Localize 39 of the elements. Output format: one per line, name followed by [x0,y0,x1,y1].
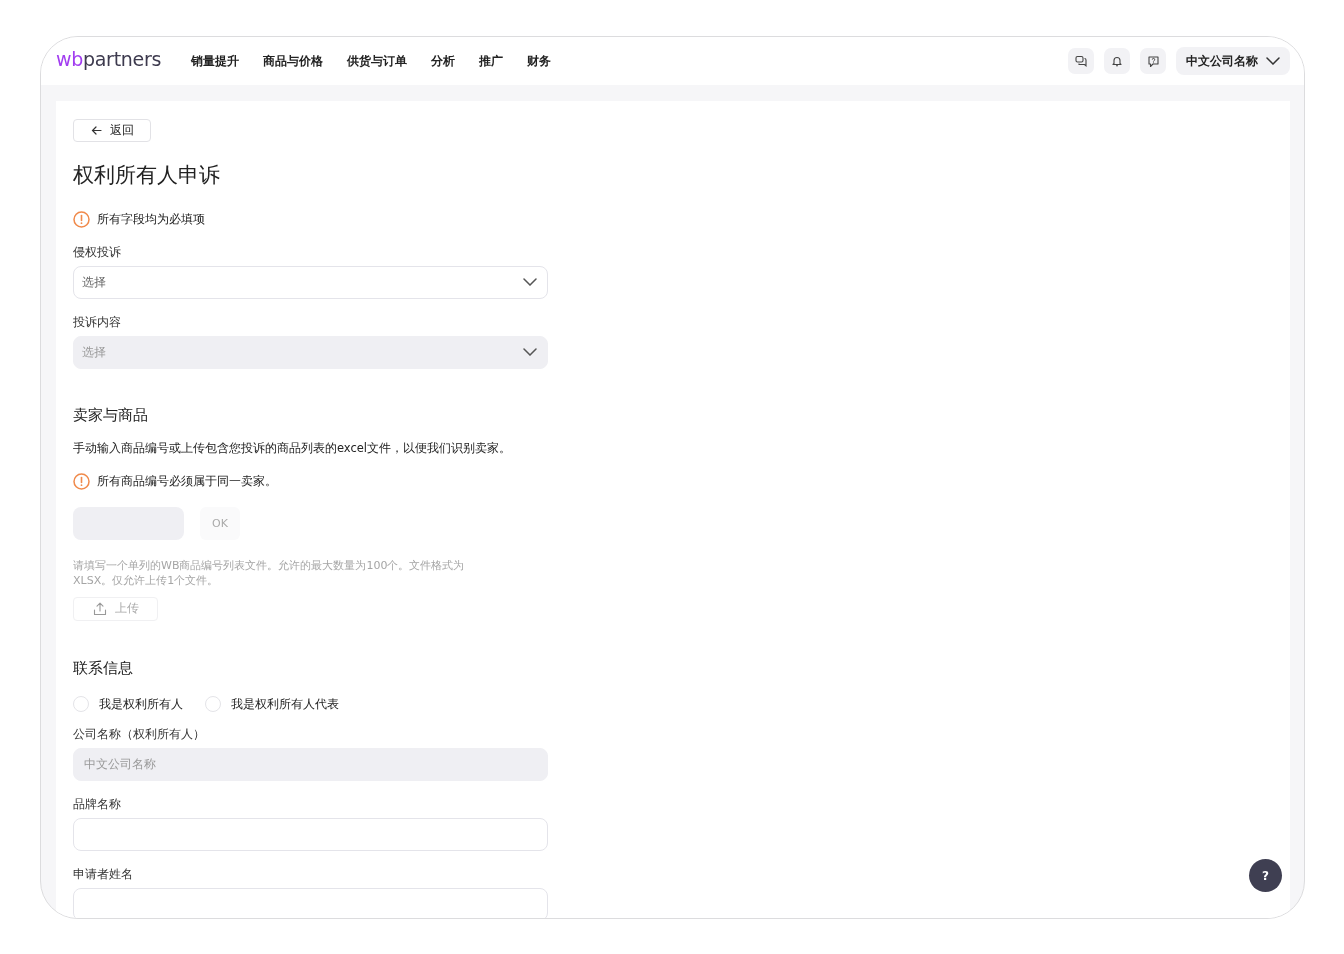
field-label: 品牌名称 [73,797,122,812]
nav-link[interactable]: 分析 [431,52,456,70]
arrow-left-icon [91,125,102,135]
radio-option[interactable]: 我是权利所有人代表 [205,696,339,712]
chevron-down-icon [523,348,537,357]
nav-link[interactable]: 推广 [479,52,504,70]
hint-text: 请填写一个单列的WB商品编号列表文件。允许的最大数量为100个。文件格式为XLSX。仅允许上传1个文件。 [73,557,466,588]
upload-icon [92,601,107,616]
select-field[interactable]: 选择 [73,265,548,299]
bell-icon [1111,55,1123,67]
chat-icon [1075,55,1087,67]
notice-text: 所有字段均为必填项 [97,211,205,227]
chevron-down-icon [523,278,537,287]
field-label: 投诉内容 [73,314,122,330]
back-button[interactable]: 返回 [73,119,151,142]
logo[interactable]: wbpartners [56,48,162,70]
input-field[interactable] [73,818,548,851]
warning-icon [73,210,90,228]
warning-icon [73,472,90,490]
notice-text: 所有商品编号必须属于同一卖家。 [97,473,277,489]
help-chat-button[interactable] [1140,48,1166,74]
field-label: 侵权投诉 [73,244,122,260]
help-chat-icon [1146,54,1160,68]
account-menu[interactable]: 中文公司名称 [1176,47,1290,75]
nav-link[interactable]: 商品与价格 [263,52,324,70]
bell-button[interactable] [1104,48,1130,74]
nav-link[interactable]: 财务 [527,52,552,70]
input-field[interactable] [73,888,548,918]
field-label: 申请者姓名 [73,867,134,882]
nav-link[interactable]: 供货与订单 [347,52,408,70]
page-title: 权利所有人申诉 [73,161,220,189]
nav-link[interactable]: 销量提升 [191,52,240,70]
section-heading: 卖家与商品 [73,405,148,425]
radio-option[interactable]: 我是权利所有人 [73,696,183,712]
chevron-down-icon [1266,57,1280,65]
section-heading: 联系信息 [73,659,133,678]
chat-button[interactable] [1068,48,1094,74]
field-label: 公司名称（权利所有人） [73,727,206,742]
description-text: 手动输入商品编号或上传包含您投诉的商品列表的excel文件，以便我们识别卖家。 [73,440,512,456]
